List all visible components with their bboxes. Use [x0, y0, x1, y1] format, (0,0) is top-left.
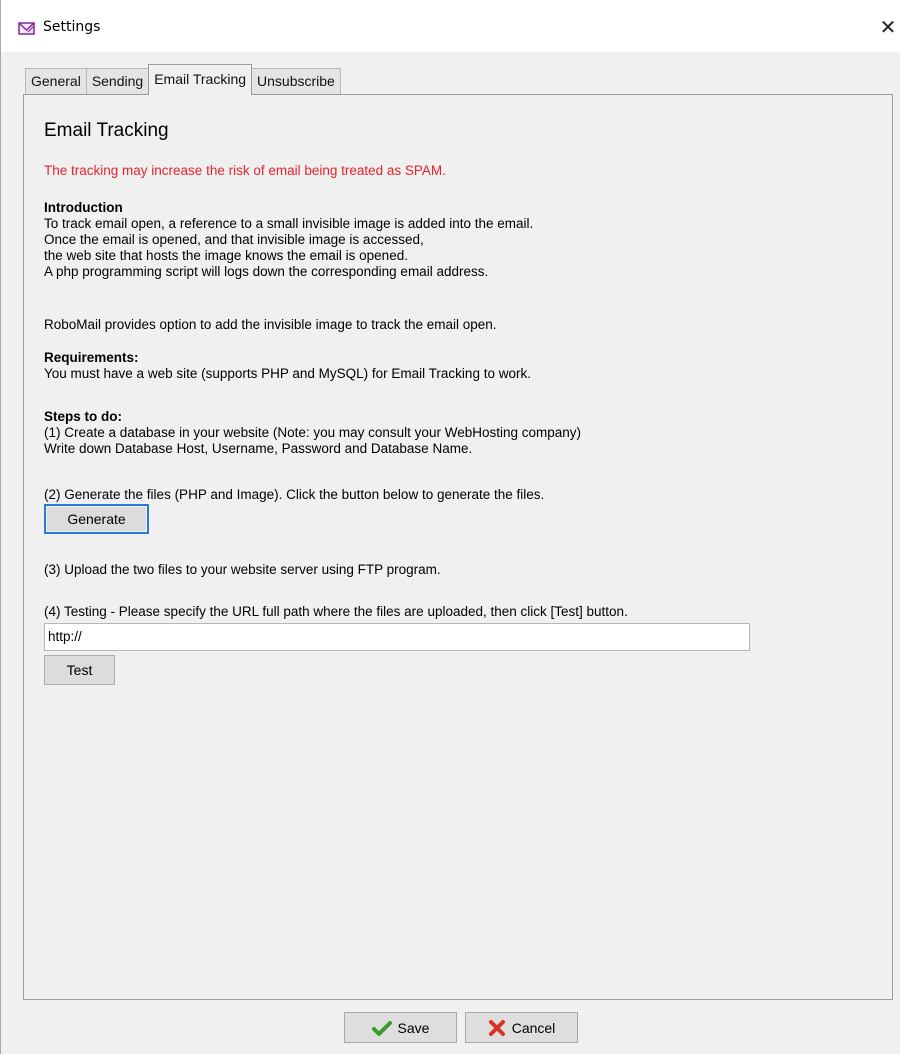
robomail-note: RoboMail provides option to add the invi… [44, 317, 497, 333]
save-button[interactable]: Save [344, 1012, 457, 1043]
cancel-button[interactable]: Cancel [465, 1012, 578, 1043]
email-tracking-panel: Email Tracking The tracking may increase… [23, 94, 893, 1000]
tab-sending[interactable]: Sending [85, 68, 150, 95]
step3-text: (3) Upload the two files to your website… [44, 562, 441, 577]
test-button[interactable]: Test [44, 655, 115, 685]
close-button[interactable]: ✕ [875, 14, 900, 40]
url-input[interactable]: http:// [44, 623, 750, 651]
steps-section: Steps to do: (1) Create a database in yo… [44, 409, 581, 457]
tab-unsubscribe[interactable]: Unsubscribe [251, 68, 341, 95]
window-title: Settings [43, 19, 101, 35]
intro-line: the web site that hosts the image knows … [44, 248, 408, 263]
generate-button[interactable]: Generate [44, 504, 149, 534]
robomail-note-text: RoboMail provides option to add the invi… [44, 317, 497, 332]
requirements-title: Requirements: [44, 350, 139, 365]
step4: (4) Testing - Please specify the URL ful… [44, 604, 628, 620]
step2: (2) Generate the files (PHP and Image). … [44, 487, 544, 503]
introduction-title: Introduction [44, 200, 123, 215]
checkmark-icon [371, 1020, 392, 1036]
tab-general[interactable]: General [25, 68, 87, 95]
step4-text: (4) Testing - Please specify the URL ful… [44, 604, 628, 619]
envelope-icon [18, 21, 36, 37]
red-x-icon [488, 1019, 506, 1036]
requirements-text: You must have a web site (supports PHP a… [44, 366, 531, 381]
step1-line2: Write down Database Host, Username, Pass… [44, 441, 473, 456]
intro-line: A php programming script will logs down … [44, 264, 489, 279]
introduction-section: Introduction To track email open, a refe… [44, 200, 533, 280]
tab-email-tracking[interactable]: Email Tracking [148, 64, 253, 95]
tab-bar: General Sending Email Tracking Unsubscri… [25, 64, 341, 95]
intro-line: Once the email is opened, and that invis… [44, 232, 424, 247]
step1-line1: (1) Create a database in your website (N… [44, 425, 582, 440]
title-bar: Settings ✕ [1, 0, 900, 52]
step2-text: (2) Generate the files (PHP and Image). … [44, 487, 545, 502]
requirements-section: Requirements: You must have a web site (… [44, 350, 531, 382]
steps-title: Steps to do: [44, 409, 122, 424]
save-label: Save [397, 1019, 430, 1036]
spam-warning: The tracking may increase the risk of em… [44, 163, 446, 178]
intro-line: To track email open, a reference to a sm… [44, 216, 534, 231]
settings-window: Settings ✕ General Sending Email Trackin… [0, 0, 900, 1054]
cancel-label: Cancel [511, 1019, 556, 1036]
step3: (3) Upload the two files to your website… [44, 562, 441, 578]
page-title: Email Tracking [44, 120, 169, 141]
